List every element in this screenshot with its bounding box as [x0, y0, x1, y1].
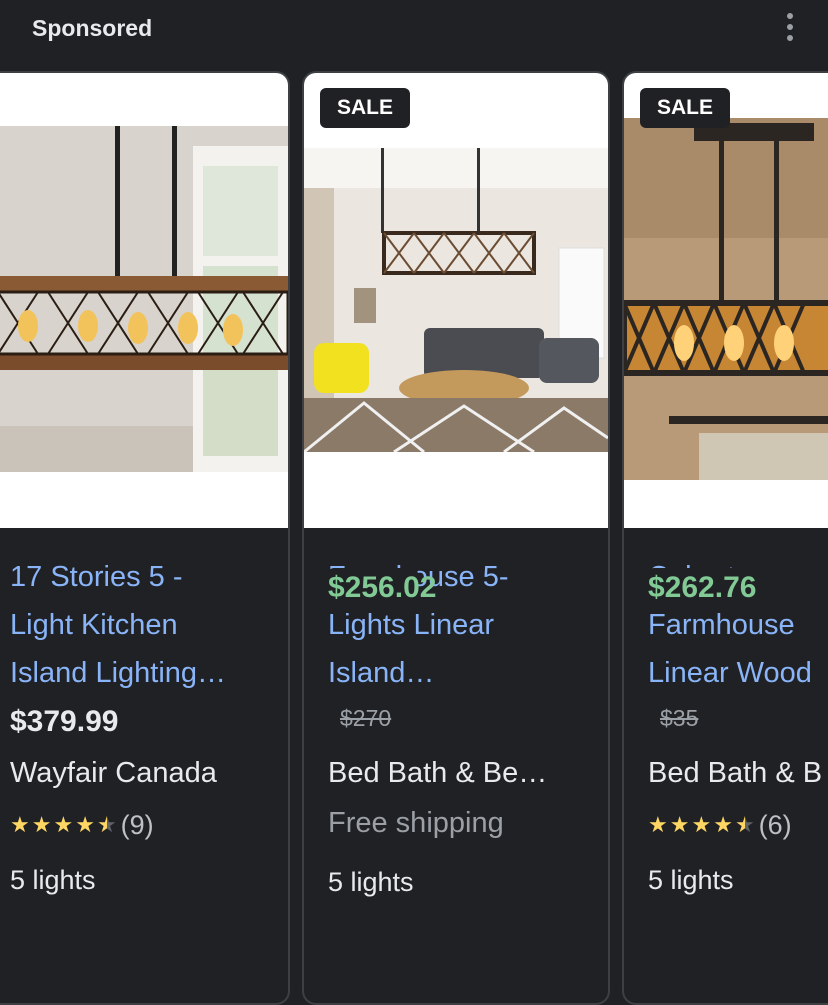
original-price: $270 [340, 705, 392, 731]
product-title-line[interactable]: 17 Stories 5 - [10, 553, 288, 601]
review-count: (9) [120, 809, 154, 840]
living-room-chandelier-photo[interactable] [304, 148, 608, 452]
rating-stars: ★ ★ ★ ★ ★ (6) [648, 805, 828, 845]
star-icon: ★ [75, 812, 95, 837]
product-title-line[interactable]: Farmhouse [648, 601, 828, 649]
rating-stars: ★ ★ ★ ★ ★ (9) [10, 805, 288, 845]
merchant-name: Wayfair Canada [10, 757, 217, 789]
wood-chandelier-photo[interactable] [0, 126, 288, 472]
sponsored-header: Sponsored [0, 0, 828, 60]
star-icon: ★ [53, 812, 74, 837]
product-detail: 5 lights [328, 867, 414, 897]
half-star-icon: ★ [734, 812, 755, 837]
star-icon: ★ [648, 812, 668, 837]
sale-badge: SALE [640, 88, 730, 128]
product-title-line[interactable]: Linear Wood [648, 649, 828, 697]
product-price: $262.76 [648, 568, 756, 608]
dark-chandelier-photo[interactable] [624, 118, 828, 480]
star-icon: ★ [713, 812, 733, 837]
star-icon: ★ [10, 812, 30, 837]
product-detail: 5 lights [10, 865, 96, 895]
star-icon: ★ [31, 812, 52, 837]
product-price: $379.99 [10, 705, 119, 738]
review-count: (6) [758, 809, 792, 840]
more-vert-icon[interactable] [778, 10, 802, 44]
product-price: $256.02 [328, 568, 436, 608]
merchant-name: Bed Bath & B [648, 757, 823, 789]
original-price: $35 [660, 705, 699, 731]
product-title-line[interactable]: Island… [328, 649, 608, 697]
shipping-info: Free shipping [328, 807, 504, 839]
product-title-line[interactable]: Lights Linear [328, 601, 608, 649]
product-title-line[interactable]: Island Lighting… [10, 649, 288, 697]
product-card-1[interactable]: 17 Stories 5 - Light Kitchen Island Ligh… [0, 71, 290, 1005]
star-icon: ★ [691, 812, 712, 837]
sponsored-label: Sponsored [32, 15, 153, 41]
product-title-line[interactable]: Light Kitchen [10, 601, 288, 649]
product-card-2[interactable]: SALE Farmhouse 5- Lights Linear Island… … [302, 71, 610, 1005]
product-card-3[interactable]: SALE Cobert Farmhouse Linear Wood $262.7… [622, 71, 828, 1005]
product-detail: 5 lights [648, 865, 734, 895]
sale-badge: SALE [320, 88, 410, 128]
half-star-icon: ★ [96, 812, 117, 837]
merchant-name: Bed Bath & Be… [328, 757, 548, 789]
star-icon: ★ [669, 812, 690, 837]
